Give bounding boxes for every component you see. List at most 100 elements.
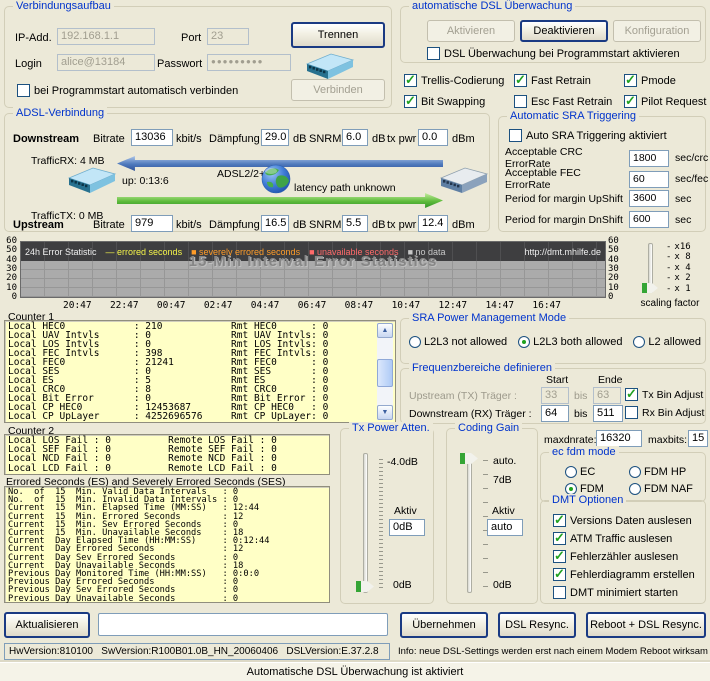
feature-checkbox[interactable] bbox=[404, 93, 417, 109]
feature-checkbox[interactable] bbox=[514, 95, 527, 108]
scaling-label: x 4 bbox=[674, 262, 691, 273]
sra-power-option: L2 allowed bbox=[633, 336, 701, 348]
group-title-tx-power: Tx Power Atten. bbox=[349, 422, 433, 435]
tx-power-top-label: -4.0dB bbox=[387, 456, 418, 468]
chart-y-axis-right: 60 50 40 30 20 10 0 bbox=[608, 237, 622, 302]
sra-trigger-value-field[interactable]: 600 bbox=[629, 211, 669, 228]
rx-bin-adjust-checkbox[interactable] bbox=[625, 406, 638, 419]
maxdnrate-field[interactable]: 16320 bbox=[596, 430, 642, 447]
scaling-slider-handle[interactable] bbox=[642, 283, 658, 293]
ec-fdm-radio[interactable] bbox=[565, 466, 577, 478]
scaling-caption: scaling factor bbox=[640, 298, 700, 309]
aktualisieren-button[interactable]: Aktualisieren bbox=[4, 612, 90, 638]
tx-start-field[interactable]: 33 bbox=[541, 387, 569, 404]
rx-start-field[interactable]: 64 bbox=[541, 405, 569, 422]
sra-power-radio[interactable] bbox=[518, 336, 531, 348]
tx-bin-adjust-label: Tx Bin Adjust bbox=[642, 388, 704, 401]
adsl-mode-label: ADSL2/2+ bbox=[217, 168, 266, 180]
dmt-option-checkbox[interactable] bbox=[553, 566, 566, 582]
scroll-up-icon[interactable]: ▲ bbox=[377, 323, 393, 338]
port-field[interactable]: 23 bbox=[207, 28, 249, 45]
sra-trigger-label: Acceptable FEC ErrorRate bbox=[505, 167, 581, 191]
us-txpwr-unit: dBm bbox=[452, 219, 475, 231]
trennen-button[interactable]: Trennen bbox=[291, 22, 385, 48]
ds-txpwr-unit: dBm bbox=[452, 133, 475, 145]
sra-power-radio[interactable] bbox=[633, 336, 646, 348]
feature-checkbox[interactable] bbox=[514, 72, 527, 88]
dmt-option-checkbox[interactable] bbox=[553, 548, 566, 564]
command-input[interactable] bbox=[98, 613, 388, 636]
tx-power-aktiv-field[interactable]: 0dB bbox=[389, 519, 425, 536]
us-bitrate-field[interactable]: 979 bbox=[131, 215, 173, 232]
autoconnect-row: bei Programmstart automatisch verbinden bbox=[17, 84, 238, 97]
ds-bitrate-field[interactable]: 13036 bbox=[131, 129, 173, 146]
autoconnect-checkbox[interactable] bbox=[17, 84, 30, 97]
dmt-option-checkbox[interactable] bbox=[553, 586, 566, 599]
scroll-down-icon[interactable]: ▼ bbox=[377, 405, 393, 420]
ec-fdm-radio[interactable] bbox=[629, 483, 641, 495]
coding-gain-slider-track[interactable] bbox=[467, 453, 472, 593]
ds-daempfung-field[interactable]: 29.0 bbox=[261, 129, 289, 146]
x-tick-label: 10:47 bbox=[391, 300, 421, 311]
coding-gain-slider-handle[interactable] bbox=[460, 453, 478, 464]
reboot-resync-button[interactable]: Reboot + DSL Resync. bbox=[586, 612, 706, 638]
sra-trigger-value-field[interactable]: 60 bbox=[629, 170, 669, 188]
us-daempfung-field[interactable]: 16.5 bbox=[261, 215, 289, 232]
globe-icon bbox=[261, 164, 291, 194]
deaktivieren-button[interactable]: Deaktivieren bbox=[520, 20, 608, 42]
sra-power-radio[interactable] bbox=[409, 336, 421, 348]
tick-dash: - bbox=[666, 283, 672, 294]
ec-fdm-option: FDM NAF bbox=[629, 483, 693, 495]
feature-label: Trellis-Codierung bbox=[421, 74, 505, 87]
verbinden-button[interactable]: Verbinden bbox=[291, 79, 385, 101]
us-bitrate-unit: kbit/s bbox=[176, 219, 202, 231]
coding-gain-aktiv-field[interactable]: auto bbox=[487, 519, 523, 536]
sra-trigger-label: Period for margin DnShift bbox=[505, 213, 623, 226]
dmt-tool-window: Verbindungsaufbau IP-Add. 192.168.1.1 Po… bbox=[0, 0, 710, 681]
us-snrm-field[interactable]: 5.5 bbox=[342, 215, 368, 232]
tx-ende-field[interactable]: 63 bbox=[593, 387, 621, 404]
auto-sra-checkbox[interactable] bbox=[509, 129, 522, 142]
tx-power-bottom-label: 0dB bbox=[393, 579, 412, 591]
tx-bin-adjust-checkbox[interactable] bbox=[625, 386, 638, 402]
scrollbar-thumb[interactable] bbox=[377, 359, 393, 387]
dmt-option-label: Fehlerzähler auslesen bbox=[570, 550, 679, 563]
uebernehmen-button[interactable]: Übernehmen bbox=[400, 612, 488, 638]
passwort-field[interactable]: ●●●●●●●●● bbox=[207, 54, 291, 71]
ds-txpwr-field[interactable]: 0.0 bbox=[418, 129, 448, 146]
sra-trigger-value-field[interactable]: 1800 bbox=[629, 149, 669, 167]
us-daempfung-unit: dB bbox=[293, 219, 307, 231]
ueberwachung-startup-checkbox[interactable] bbox=[427, 47, 440, 60]
autoconnect-label: bei Programmstart automatisch verbinden bbox=[34, 84, 239, 97]
maxdnrate-label: maxdnrate: bbox=[544, 434, 597, 446]
dmt-option-checkbox[interactable] bbox=[553, 512, 566, 528]
aktivieren-button[interactable]: Aktivieren bbox=[427, 20, 515, 42]
counter1-scrollbar[interactable]: ▲ ▼ bbox=[377, 323, 393, 420]
dmt-option-checkbox[interactable] bbox=[553, 530, 566, 546]
feature-label: Fast Retrain bbox=[531, 74, 591, 87]
feature-checkbox[interactable] bbox=[624, 93, 637, 109]
group-title-dmt-optionen: DMT Optionen bbox=[549, 494, 627, 507]
auto-sra-label: Auto SRA Triggering aktiviert bbox=[526, 129, 667, 142]
maxbits-field[interactable]: 15 bbox=[688, 430, 708, 447]
group-sra-triggering: Automatic SRA Triggering Auto SRA Trigge… bbox=[498, 110, 709, 232]
tx-power-slider-track[interactable] bbox=[363, 453, 368, 593]
tx-power-slider-handle[interactable] bbox=[356, 581, 374, 592]
ip-address-field[interactable]: 192.168.1.1 bbox=[57, 28, 155, 45]
login-field[interactable]: alice@13184 bbox=[57, 54, 155, 71]
feature-checkbox[interactable] bbox=[624, 72, 637, 88]
x-tick-label: 14:47 bbox=[485, 300, 515, 311]
us-snrm-label: SNRM bbox=[309, 219, 342, 231]
sra-power-option: L2L3 not allowed bbox=[409, 336, 507, 348]
rx-ende-field[interactable]: 511 bbox=[593, 405, 623, 422]
scaling-label: x 8 bbox=[674, 252, 691, 263]
scaling-label-row: - x16 bbox=[666, 242, 691, 252]
konfiguration-button[interactable]: Konfiguration bbox=[613, 20, 701, 42]
feature-checkbox[interactable] bbox=[404, 72, 417, 88]
us-txpwr-field[interactable]: 12.4 bbox=[418, 215, 448, 232]
sra-trigger-unit: sec/crc bbox=[675, 152, 709, 164]
ds-snrm-field[interactable]: 6.0 bbox=[342, 129, 368, 146]
ec-fdm-radio[interactable] bbox=[629, 466, 641, 478]
sra-trigger-value-field[interactable]: 3600 bbox=[629, 190, 669, 207]
dsl-resync-button[interactable]: DSL Resync. bbox=[498, 612, 576, 638]
